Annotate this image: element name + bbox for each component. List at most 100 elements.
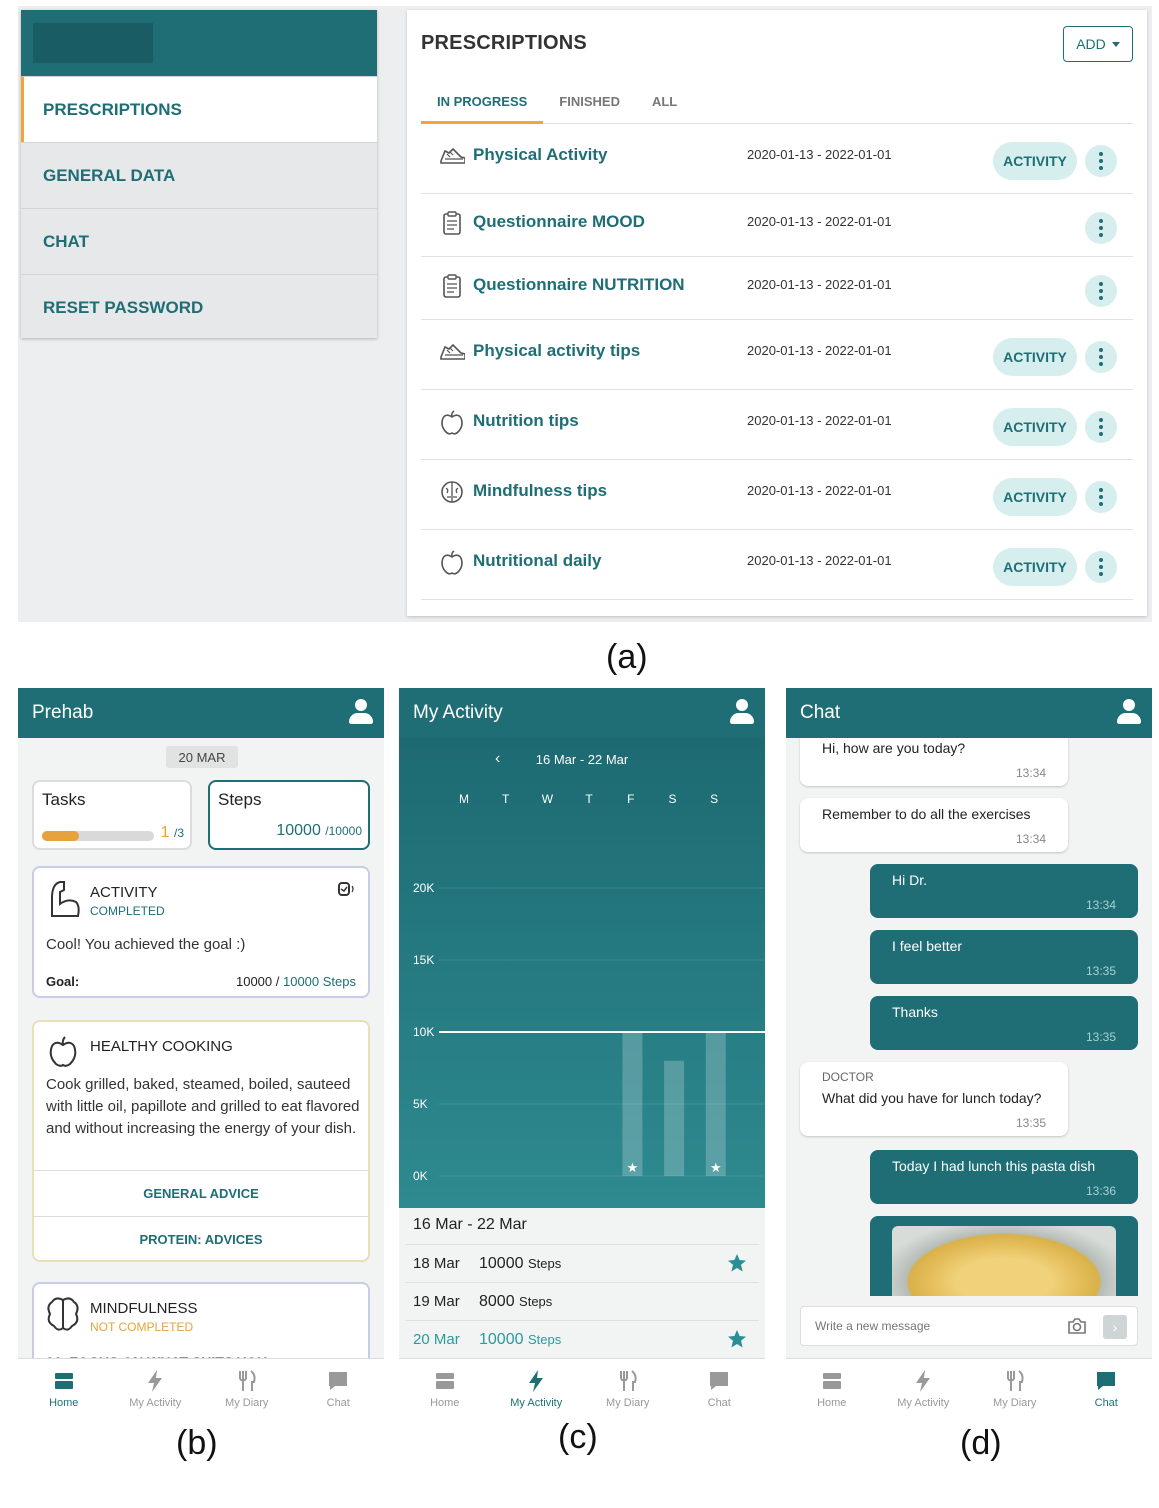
- user-icon[interactable]: [348, 698, 374, 726]
- nav-home[interactable]: Home: [786, 1359, 878, 1418]
- prescription-tabs: IN PROGRESS FINISHED ALL: [421, 88, 1133, 124]
- message-list[interactable]: Hi, how are you today? 13:34 Remember to d…: [786, 738, 1152, 1296]
- more-options-button[interactable]: [1085, 411, 1117, 443]
- brain-icon: [47, 1297, 79, 1331]
- sidebar-item-reset-password[interactable]: RESET PASSWORD: [21, 274, 377, 340]
- prescription-name[interactable]: Questionnaire MOOD: [473, 212, 645, 232]
- camera-icon[interactable]: [1067, 1317, 1087, 1335]
- prescription-row[interactable]: Nutrition tips 2020-01-13 - 2022-01-01 ACT…: [421, 390, 1133, 460]
- steps-bar[interactable]: [705, 1032, 726, 1176]
- app-title: Chat: [800, 702, 841, 723]
- prescription-row[interactable]: Questionnaire NUTRITION 2020-01-13 - 2022…: [421, 257, 1133, 320]
- prescription-name[interactable]: Nutrition tips: [473, 411, 579, 431]
- healthy-cooking-card: HEALTHY COOKING Cook grilled, baked, ste…: [32, 1020, 370, 1262]
- day-steps-row[interactable]: 19 Mar 8000 Steps: [405, 1282, 759, 1320]
- prescription-name[interactable]: Physical Activity: [473, 145, 608, 165]
- protein-advices-link[interactable]: PROTEIN: ADVICES: [34, 1216, 368, 1262]
- more-options-button[interactable]: [1085, 551, 1117, 583]
- activity-button[interactable]: ACTIVITY: [993, 338, 1077, 376]
- nav-home[interactable]: Home: [18, 1359, 110, 1418]
- more-options-button[interactable]: [1085, 481, 1117, 513]
- day-steps-row[interactable]: 20 Mar 10000 Steps: [405, 1320, 759, 1358]
- date-chip: 20 MAR: [166, 746, 238, 768]
- more-options-button[interactable]: [1085, 341, 1117, 373]
- message-input[interactable]: [801, 1307, 1041, 1345]
- day-steps-row[interactable]: 18 Mar 10000 Steps: [405, 1244, 759, 1282]
- steps-bar[interactable]: [622, 1032, 643, 1176]
- nav-my-activity[interactable]: My Activity: [878, 1359, 970, 1418]
- sidebar-item-chat[interactable]: CHAT: [21, 208, 377, 274]
- activity-button[interactable]: ACTIVITY: [993, 548, 1077, 586]
- activity-card[interactable]: ACTIVITY COMPLETED Cool! You achieved th…: [32, 866, 370, 998]
- prescription-name[interactable]: Physical activity tips: [473, 341, 640, 361]
- image-message[interactable]: [870, 1216, 1138, 1296]
- tab-in-progress[interactable]: IN PROGRESS: [421, 88, 544, 124]
- nav-chat[interactable]: Chat: [1061, 1359, 1153, 1418]
- app-title: My Activity: [413, 702, 503, 723]
- prescription-row[interactable]: Physical activity tips 2020-01-13 - 2022-…: [421, 320, 1133, 390]
- goal-target: 10000 Steps: [282, 974, 356, 989]
- prescription-dates: 2020-01-13 - 2022-01-01: [747, 147, 892, 162]
- y-tick-label: 10K: [413, 1025, 434, 1039]
- message-text: Today I had lunch this pasta dish: [892, 1158, 1096, 1174]
- star-icon: ★: [710, 1161, 722, 1176]
- shoe-icon: [439, 339, 465, 365]
- caption-a: (a): [606, 638, 648, 676]
- message-time: 13:35: [1085, 964, 1116, 978]
- add-button[interactable]: ADD: [1063, 26, 1133, 62]
- steps-bar[interactable]: [664, 1060, 685, 1176]
- outgoing-message: Today I had lunch this pasta dish 13:36: [870, 1150, 1138, 1204]
- more-options-button[interactable]: [1085, 211, 1117, 244]
- apple-icon: [439, 549, 465, 575]
- nav-home[interactable]: Home: [399, 1359, 491, 1418]
- lightning-icon: [148, 1369, 163, 1392]
- user-icon[interactable]: [729, 698, 755, 726]
- prescription-row[interactable]: Nutritional daily 2020-01-13 - 2022-01-01…: [421, 530, 1133, 600]
- message-time: 13:35: [1085, 1030, 1116, 1044]
- day-steps: 8000 Steps: [479, 1293, 552, 1311]
- nav-my-activity[interactable]: My Activity: [110, 1359, 202, 1418]
- prescription-name[interactable]: Nutritional daily: [473, 551, 601, 571]
- lightning-icon: [916, 1369, 931, 1392]
- app-bar: Prehab: [18, 688, 384, 738]
- nav-label: Chat: [326, 1396, 350, 1409]
- steps-value: 10000: [276, 822, 321, 839]
- more-options-button[interactable]: [1085, 145, 1117, 177]
- user-icon[interactable]: [1116, 698, 1142, 726]
- prescription-name[interactable]: Mindfulness tips: [473, 481, 607, 501]
- nav-my-activity[interactable]: My Activity: [491, 1359, 583, 1418]
- prescription-row[interactable]: Physical Activity 2020-01-13 - 2022-01-01…: [421, 124, 1133, 194]
- prescription-row[interactable]: Mindfulness tips 2020-01-13 - 2022-01-01 A…: [421, 460, 1133, 530]
- prescription-row[interactable]: Questionnaire MOOD 2020-01-13 - 2022-01-0…: [421, 194, 1133, 257]
- page-title: PRESCRIPTIONS: [421, 32, 587, 54]
- mindfulness-title: MINDFULNESS: [90, 1300, 198, 1317]
- steps-unit: Steps: [519, 1293, 553, 1309]
- bottom-nav: Home My Activity My Diary Chat: [18, 1358, 384, 1418]
- nav-my-diary[interactable]: My Diary: [969, 1359, 1061, 1418]
- send-button[interactable]: ›: [1103, 1315, 1127, 1339]
- bottom-nav: Home My Activity My Diary Chat: [399, 1358, 765, 1418]
- more-options-button[interactable]: [1085, 274, 1117, 307]
- activity-button[interactable]: ACTIVITY: [993, 408, 1077, 446]
- app-title: Prehab: [32, 702, 94, 723]
- tab-all[interactable]: ALL: [636, 88, 693, 124]
- day-steps: 10000 Steps: [479, 1331, 561, 1349]
- general-advice-link[interactable]: GENERAL ADVICE: [34, 1170, 368, 1216]
- steps-card[interactable]: Steps 10000 /10000: [208, 780, 370, 850]
- phone-activity: My Activity ‹ 16 Mar - 22 Mar MTWTFSS 0K…: [399, 688, 765, 1418]
- nav-chat[interactable]: Chat: [674, 1359, 766, 1418]
- nav-my-diary[interactable]: My Diary: [582, 1359, 674, 1418]
- activity-button[interactable]: ACTIVITY: [993, 142, 1077, 180]
- nav-chat[interactable]: Chat: [293, 1359, 385, 1418]
- apple-icon: [439, 409, 465, 435]
- tasks-count: 1 /3: [161, 824, 184, 842]
- prescription-name[interactable]: Questionnaire NUTRITION: [473, 275, 685, 295]
- sidebar-item-prescriptions[interactable]: PRESCRIPTIONS: [21, 76, 377, 142]
- tab-finished[interactable]: FINISHED: [543, 88, 636, 124]
- activity-button[interactable]: ACTIVITY: [993, 478, 1077, 516]
- cooking-text: Cook grilled, baked, steamed, boiled, sa…: [46, 1076, 360, 1137]
- nav-my-diary[interactable]: My Diary: [201, 1359, 293, 1418]
- tasks-card[interactable]: Tasks 1 /3: [32, 780, 192, 850]
- nav-label: My Activity: [129, 1396, 182, 1409]
- sidebar-item-general-data[interactable]: GENERAL DATA: [21, 142, 377, 208]
